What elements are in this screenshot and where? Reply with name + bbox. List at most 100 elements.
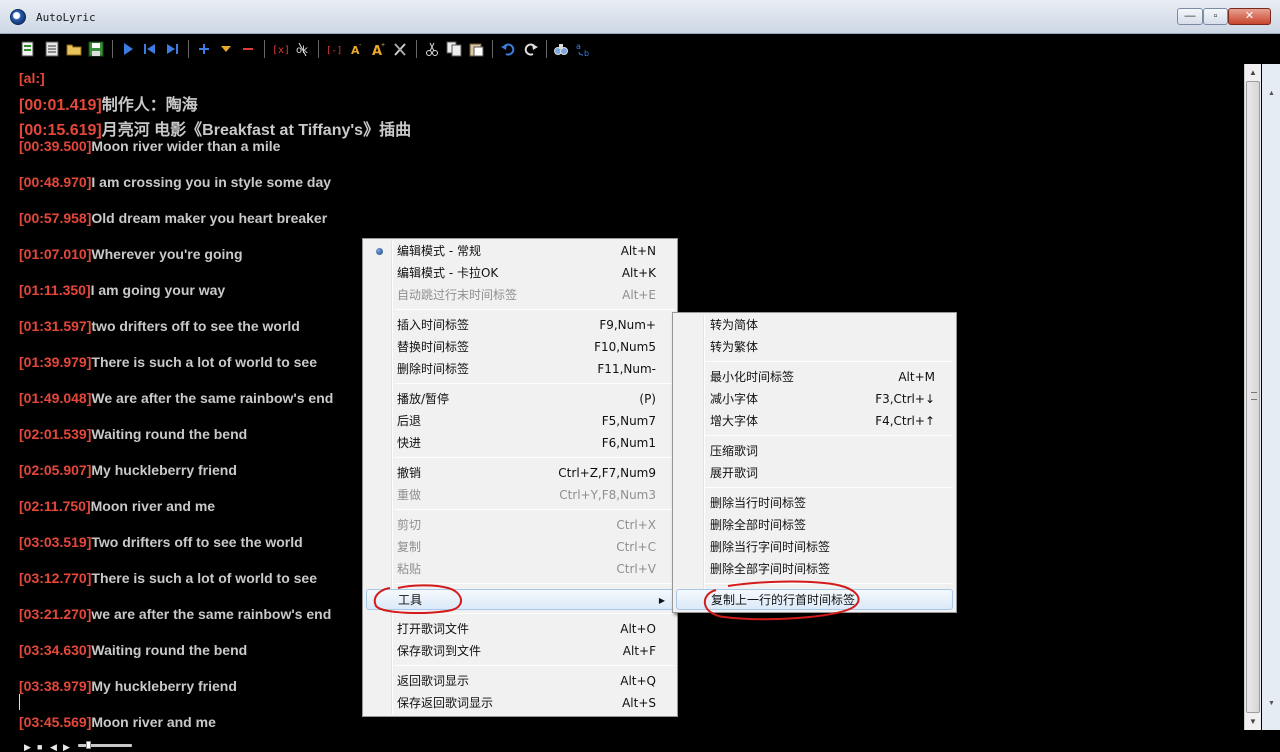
menu-item-label: 复制	[397, 540, 422, 554]
lyric-line[interactable]: [01:31.597]two drifters off to see the w…	[19, 318, 300, 334]
lyric-line[interactable]: [02:01.539]Waiting round the bend	[19, 426, 247, 442]
submenu-item-shortcut: Alt+M	[898, 370, 935, 384]
lyric-line[interactable]: [01:11.350]I am going your way	[19, 282, 225, 298]
lyric-text: we are after the same rainbow's end	[91, 606, 332, 622]
menu-separator	[395, 309, 675, 310]
lyric-line[interactable]: [03:03.519]Two drifters off to see the w…	[19, 534, 303, 550]
lyric-timestamp: [03:12.770]	[19, 570, 92, 586]
dropdown-icon[interactable]	[218, 41, 234, 57]
menu-item[interactable]: 工具 ▶	[366, 589, 674, 610]
lyric-line[interactable]: [al:]	[19, 70, 45, 86]
open-folder-icon[interactable]	[66, 41, 82, 57]
font-decrease-icon[interactable]: A-	[349, 41, 365, 57]
lyric-timestamp: [00:48.970]	[19, 174, 92, 190]
scroll-down-button[interactable]: ▼	[1245, 713, 1261, 730]
lyric-timestamp: [00:15.619]	[19, 122, 102, 139]
submenu-item[interactable]: 压缩歌词	[676, 441, 953, 462]
menu-item-shortcut: Alt+K	[621, 266, 656, 280]
seek-slider-knob[interactable]	[86, 741, 91, 749]
font-increase-icon[interactable]: A+	[371, 41, 387, 57]
menu-item-shortcut: Ctrl+Z,F7,Num9	[558, 466, 656, 480]
play-icon[interactable]	[120, 41, 136, 57]
player-bar	[0, 732, 1280, 752]
step-forward-icon[interactable]	[164, 41, 180, 57]
submenu-item[interactable]: 转为简体	[676, 315, 953, 336]
play-button[interactable]: ▶	[24, 742, 31, 752]
lyric-line[interactable]: [00:39.500]Moon river wider than a mile	[19, 138, 280, 154]
lyric-text: two drifters off to see the world	[91, 318, 300, 334]
lyric-line[interactable]: [00:15.619]月亮河 电影《Breakfast at Tiffany's…	[19, 116, 411, 140]
menu-item[interactable]: 替换时间标签 F10,Num5	[366, 337, 674, 358]
submenu-item[interactable]: 删除全部时间标签	[676, 515, 953, 536]
submenu-item[interactable]: 删除当行字间时间标签	[676, 537, 953, 558]
lyric-line[interactable]: [01:49.048]We are after the same rainbow…	[19, 390, 333, 406]
tools-icon[interactable]	[392, 41, 408, 57]
submenu-item-label: 减小字体	[710, 392, 759, 406]
menu-item[interactable]: 插入时间标签 F9,Num+	[366, 315, 674, 336]
prev-button[interactable]: ◀	[50, 742, 57, 752]
menu-item[interactable]: 快进 F6,Num1	[366, 433, 674, 454]
text-caret	[19, 694, 20, 710]
lyric-line[interactable]: [02:05.907]My huckleberry friend	[19, 462, 237, 478]
lyric-line[interactable]: [01:07.010]Wherever you're going	[19, 246, 243, 262]
remove-icon[interactable]	[240, 41, 256, 57]
new-file-icon[interactable]	[20, 41, 36, 57]
stop-button[interactable]: ■	[37, 742, 42, 752]
undo-icon[interactable]	[500, 41, 516, 57]
lyric-line[interactable]: [03:34.630]Waiting round the bend	[19, 642, 247, 658]
cut-icon[interactable]	[424, 41, 440, 57]
submenu-item[interactable]: 减小字体 F3,Ctrl+↓	[676, 389, 953, 410]
lyric-line[interactable]: [03:12.770]There is such a lot of world …	[19, 570, 317, 586]
lyric-text: Moon river and me	[90, 498, 216, 514]
submenu-item[interactable]: 转为繁体	[676, 337, 953, 358]
lyric-line[interactable]: [03:38.979]My huckleberry friend	[19, 678, 237, 694]
lyric-line[interactable]: [01:39.979]There is such a lot of world …	[19, 354, 317, 370]
add-icon[interactable]	[196, 41, 212, 57]
minimize-button[interactable]: —	[1177, 8, 1203, 25]
menu-item[interactable]: 保存返回歌词显示 Alt+S	[366, 693, 674, 714]
copy-icon[interactable]	[446, 41, 462, 57]
scroll-up-button[interactable]: ▲	[1245, 64, 1261, 81]
menu-item[interactable]: 返回歌词显示 Alt+Q	[366, 671, 674, 692]
step-back-icon[interactable]	[142, 41, 158, 57]
submenu-item[interactable]: 复制上一行的行首时间标签	[676, 589, 953, 610]
lyric-text: Wherever you're going	[91, 246, 243, 262]
paste-icon[interactable]	[468, 41, 484, 57]
menu-item[interactable]: 播放/暂停 (P)	[366, 389, 674, 410]
timetag-icon[interactable]: [x]	[272, 41, 288, 57]
save-icon[interactable]	[88, 41, 104, 57]
vertical-scrollbar[interactable]: ▲ ▼	[1244, 64, 1261, 730]
menu-item-shortcut: Alt+Q	[620, 674, 656, 688]
close-button[interactable]: ✕	[1228, 8, 1271, 25]
next-button[interactable]: ▶	[63, 742, 70, 752]
replace-icon[interactable]: ab	[576, 41, 592, 57]
list-icon[interactable]	[44, 41, 60, 57]
menu-item[interactable]: 撤销 Ctrl+Z,F7,Num9	[366, 463, 674, 484]
lyric-line[interactable]: [00:01.419]制作人：陶海	[19, 91, 198, 115]
submenu-item[interactable]: 展开歌词	[676, 463, 953, 484]
lyric-timestamp: [01:49.048]	[19, 390, 92, 406]
lyric-line[interactable]: [03:21.270]we are after the same rainbow…	[19, 606, 331, 622]
scroll-thumb[interactable]	[1246, 81, 1260, 713]
karaoke-icon[interactable]: ok	[295, 41, 311, 57]
find-icon[interactable]	[553, 41, 569, 57]
svg-text:[x]: [x]	[272, 45, 288, 56]
submenu-item[interactable]: 删除当行时间标签	[676, 493, 953, 514]
menu-item[interactable]: 打开歌词文件 Alt+O	[366, 619, 674, 640]
compress-icon[interactable]: [-]	[326, 41, 342, 57]
lyric-line[interactable]: [00:48.970]I am crossing you in style so…	[19, 174, 331, 190]
lyric-line[interactable]: [02:11.750]Moon river and me	[19, 498, 215, 514]
menu-item-label: 插入时间标签	[397, 318, 470, 332]
maximize-button[interactable]: ▫	[1203, 8, 1228, 25]
lyric-line[interactable]: [03:45.569]Moon river and me	[19, 714, 216, 730]
menu-item[interactable]: 保存歌词到文件 Alt+F	[366, 641, 674, 662]
menu-item[interactable]: 后退 F5,Num7	[366, 411, 674, 432]
submenu-item[interactable]: 最小化时间标签 Alt+M	[676, 367, 953, 388]
menu-item[interactable]: 编辑模式 - 常规 Alt+N	[366, 241, 674, 262]
menu-item[interactable]: 编辑模式 - 卡拉OK Alt+K	[366, 263, 674, 284]
redo-icon[interactable]	[523, 41, 539, 57]
submenu-item[interactable]: 删除全部字间时间标签	[676, 559, 953, 580]
menu-item[interactable]: 删除时间标签 F11,Num-	[366, 359, 674, 380]
lyric-line[interactable]: [00:57.958]Old dream maker you heart bre…	[19, 210, 327, 226]
submenu-item[interactable]: 增大字体 F4,Ctrl+↑	[676, 411, 953, 432]
